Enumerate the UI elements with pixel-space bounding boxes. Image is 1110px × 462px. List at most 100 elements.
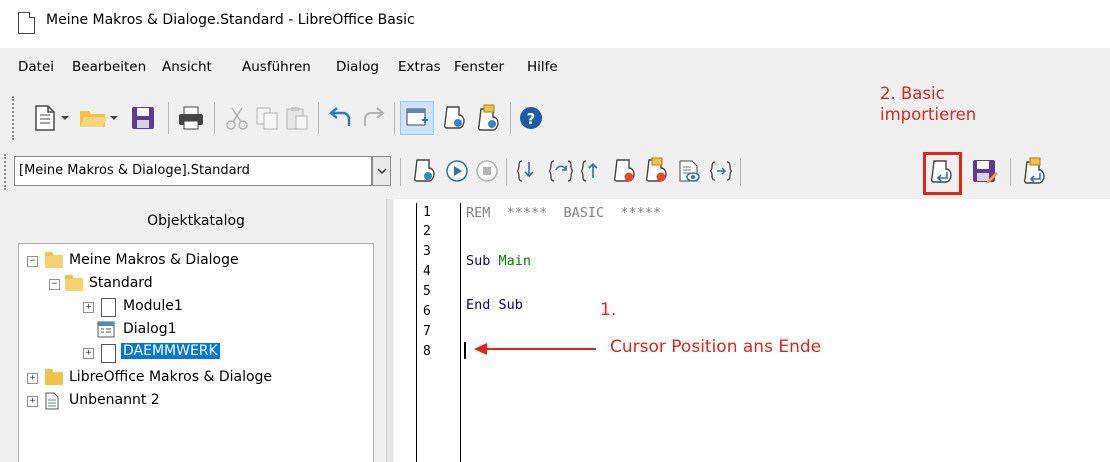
- menu-hilfe[interactable]: Hilfe: [527, 59, 558, 75]
- library-selector-value: [Meine Makros & Dialoge].Standard: [19, 163, 250, 178]
- annotation-step2-line2: importieren: [880, 105, 977, 124]
- dialog-icon: [97, 321, 115, 342]
- object-catalog-title: Objektkatalog: [147, 213, 245, 229]
- run-icon[interactable]: [442, 156, 472, 186]
- annotation-cursor-hint: Cursor Position ans Ende: [610, 337, 822, 357]
- tree-item-label: LibreOffice Makros & Dialoge: [69, 369, 273, 385]
- separator: [214, 102, 215, 134]
- tree-item-label: Meine Makros & Dialoge: [69, 252, 239, 268]
- line-number: 2: [423, 224, 431, 239]
- expand-icon[interactable]: +: [27, 373, 38, 384]
- separator: [168, 102, 169, 134]
- breakpoint-icon[interactable]: [610, 156, 640, 186]
- menu-fenster[interactable]: Fenster: [454, 59, 504, 75]
- chevron-down-icon[interactable]: [108, 103, 120, 133]
- new-document-icon[interactable]: [30, 103, 60, 133]
- menu-ansicht[interactable]: Ansicht: [162, 59, 212, 75]
- document-icon: [18, 12, 35, 34]
- save-icon[interactable]: [128, 103, 158, 133]
- menu-bar: Datei Bearbeiten Ansicht Ausführen Dialo…: [0, 48, 1110, 84]
- toolbar-grip[interactable]: [4, 154, 9, 190]
- annotation-step2-line1: 2. Basic: [880, 84, 945, 103]
- manage-macros-icon[interactable]: [440, 103, 470, 133]
- separator: [740, 158, 741, 186]
- tree-item-label: Unbenannt 2: [69, 392, 160, 408]
- separator: [318, 102, 319, 134]
- tree-item-daemmwerk[interactable]: + DAEMMWERK: [19, 343, 369, 363]
- tree-item-meine-makros[interactable]: − Meine Makros & Dialoge: [19, 251, 369, 271]
- tree-item-module1[interactable]: + Module1: [19, 297, 369, 317]
- menu-bearbeiten[interactable]: Bearbeiten: [72, 59, 146, 75]
- paste-icon[interactable]: [282, 103, 312, 133]
- open-folder-icon[interactable]: [78, 103, 108, 133]
- library-folder-icon: [65, 275, 83, 291]
- separator: [506, 158, 507, 186]
- manage-dialogs-icon[interactable]: [474, 103, 504, 133]
- tree-item-unbenannt2[interactable]: + Unbenannt 2: [19, 391, 369, 411]
- code-line-5: End Sub: [466, 297, 523, 313]
- expand-icon[interactable]: +: [83, 348, 94, 359]
- stop-icon[interactable]: [472, 156, 502, 186]
- watch-icon[interactable]: [674, 156, 704, 186]
- code-line-3: Sub Main: [466, 253, 531, 269]
- code-keyword: Sub: [466, 253, 491, 269]
- import-basic-highlight: [923, 152, 962, 195]
- annotation-step1: 1.: [600, 300, 617, 320]
- object-tree[interactable]: − Meine Makros & Dialoge − Standard + Mo…: [18, 243, 374, 462]
- tree-item-label-selected: DAEMMWERK: [121, 343, 220, 359]
- chevron-down-icon[interactable]: [59, 103, 71, 133]
- cut-icon[interactable]: [222, 103, 252, 133]
- line-number: 1: [423, 205, 431, 220]
- library-dropdown-button[interactable]: [372, 156, 391, 186]
- line-number: 5: [423, 284, 431, 299]
- tree-item-dialog1[interactable]: Dialog1: [19, 320, 369, 340]
- toolbar-grip[interactable]: [12, 96, 17, 140]
- separator: [400, 158, 401, 186]
- code-editor[interactable]: [394, 199, 1110, 462]
- folder-open-icon: [45, 252, 63, 268]
- redo-icon[interactable]: [358, 103, 388, 133]
- export-basic-icon[interactable]: [970, 156, 1000, 186]
- tree-item-label: Module1: [123, 298, 183, 314]
- code-line-1: REM ***** BASIC *****: [466, 205, 662, 221]
- chevron-down-icon: [376, 167, 387, 174]
- menu-extras[interactable]: Extras: [398, 59, 441, 75]
- tree-item-label: Standard: [89, 275, 153, 291]
- annotation-arrow: [474, 343, 596, 355]
- line-number: 8: [423, 344, 431, 359]
- tree-item-label: Dialog1: [123, 321, 177, 337]
- print-icon[interactable]: [176, 103, 206, 133]
- compile-icon[interactable]: [410, 156, 440, 186]
- tree-item-standard[interactable]: − Standard: [19, 274, 369, 294]
- manage-breakpoints-icon[interactable]: [642, 156, 672, 186]
- find-parentheses-icon[interactable]: [706, 156, 736, 186]
- copy-icon[interactable]: [252, 103, 282, 133]
- document-icon: [45, 392, 59, 414]
- expand-icon[interactable]: +: [27, 396, 38, 407]
- library-selector[interactable]: [Meine Makros & Dialoge].Standard: [14, 156, 372, 186]
- module-icon: [101, 298, 116, 317]
- title-bar: Meine Makros & Dialoge.Standard - LibreO…: [0, 0, 1110, 48]
- line-number: 7: [423, 324, 431, 339]
- step-out-icon[interactable]: [578, 156, 608, 186]
- step-over-icon[interactable]: [546, 156, 576, 186]
- breakpoint-gutter[interactable]: [394, 203, 417, 462]
- help-icon[interactable]: ?: [516, 103, 546, 133]
- tree-item-libreoffice-makros[interactable]: + LibreOffice Makros & Dialoge: [19, 368, 369, 388]
- menu-dialog[interactable]: Dialog: [336, 59, 379, 75]
- collapse-icon[interactable]: −: [27, 256, 38, 267]
- code-identifier: Main: [498, 253, 532, 269]
- folder-icon: [45, 369, 63, 385]
- annotation-step2: 2. Basic importieren: [880, 83, 976, 125]
- step-into-icon[interactable]: [514, 156, 544, 186]
- import-dialog-icon[interactable]: [1020, 156, 1050, 186]
- panel-splitter[interactable]: [386, 199, 393, 462]
- expand-icon[interactable]: +: [83, 302, 94, 313]
- insert-controls-icon[interactable]: [400, 101, 434, 135]
- collapse-icon[interactable]: −: [49, 279, 60, 290]
- undo-icon[interactable]: [326, 103, 356, 133]
- module-icon: [101, 344, 116, 363]
- menu-datei[interactable]: Datei: [18, 59, 54, 75]
- window-title: Meine Makros & Dialoge.Standard - LibreO…: [46, 12, 415, 28]
- menu-ausfuehren[interactable]: Ausführen: [242, 59, 311, 75]
